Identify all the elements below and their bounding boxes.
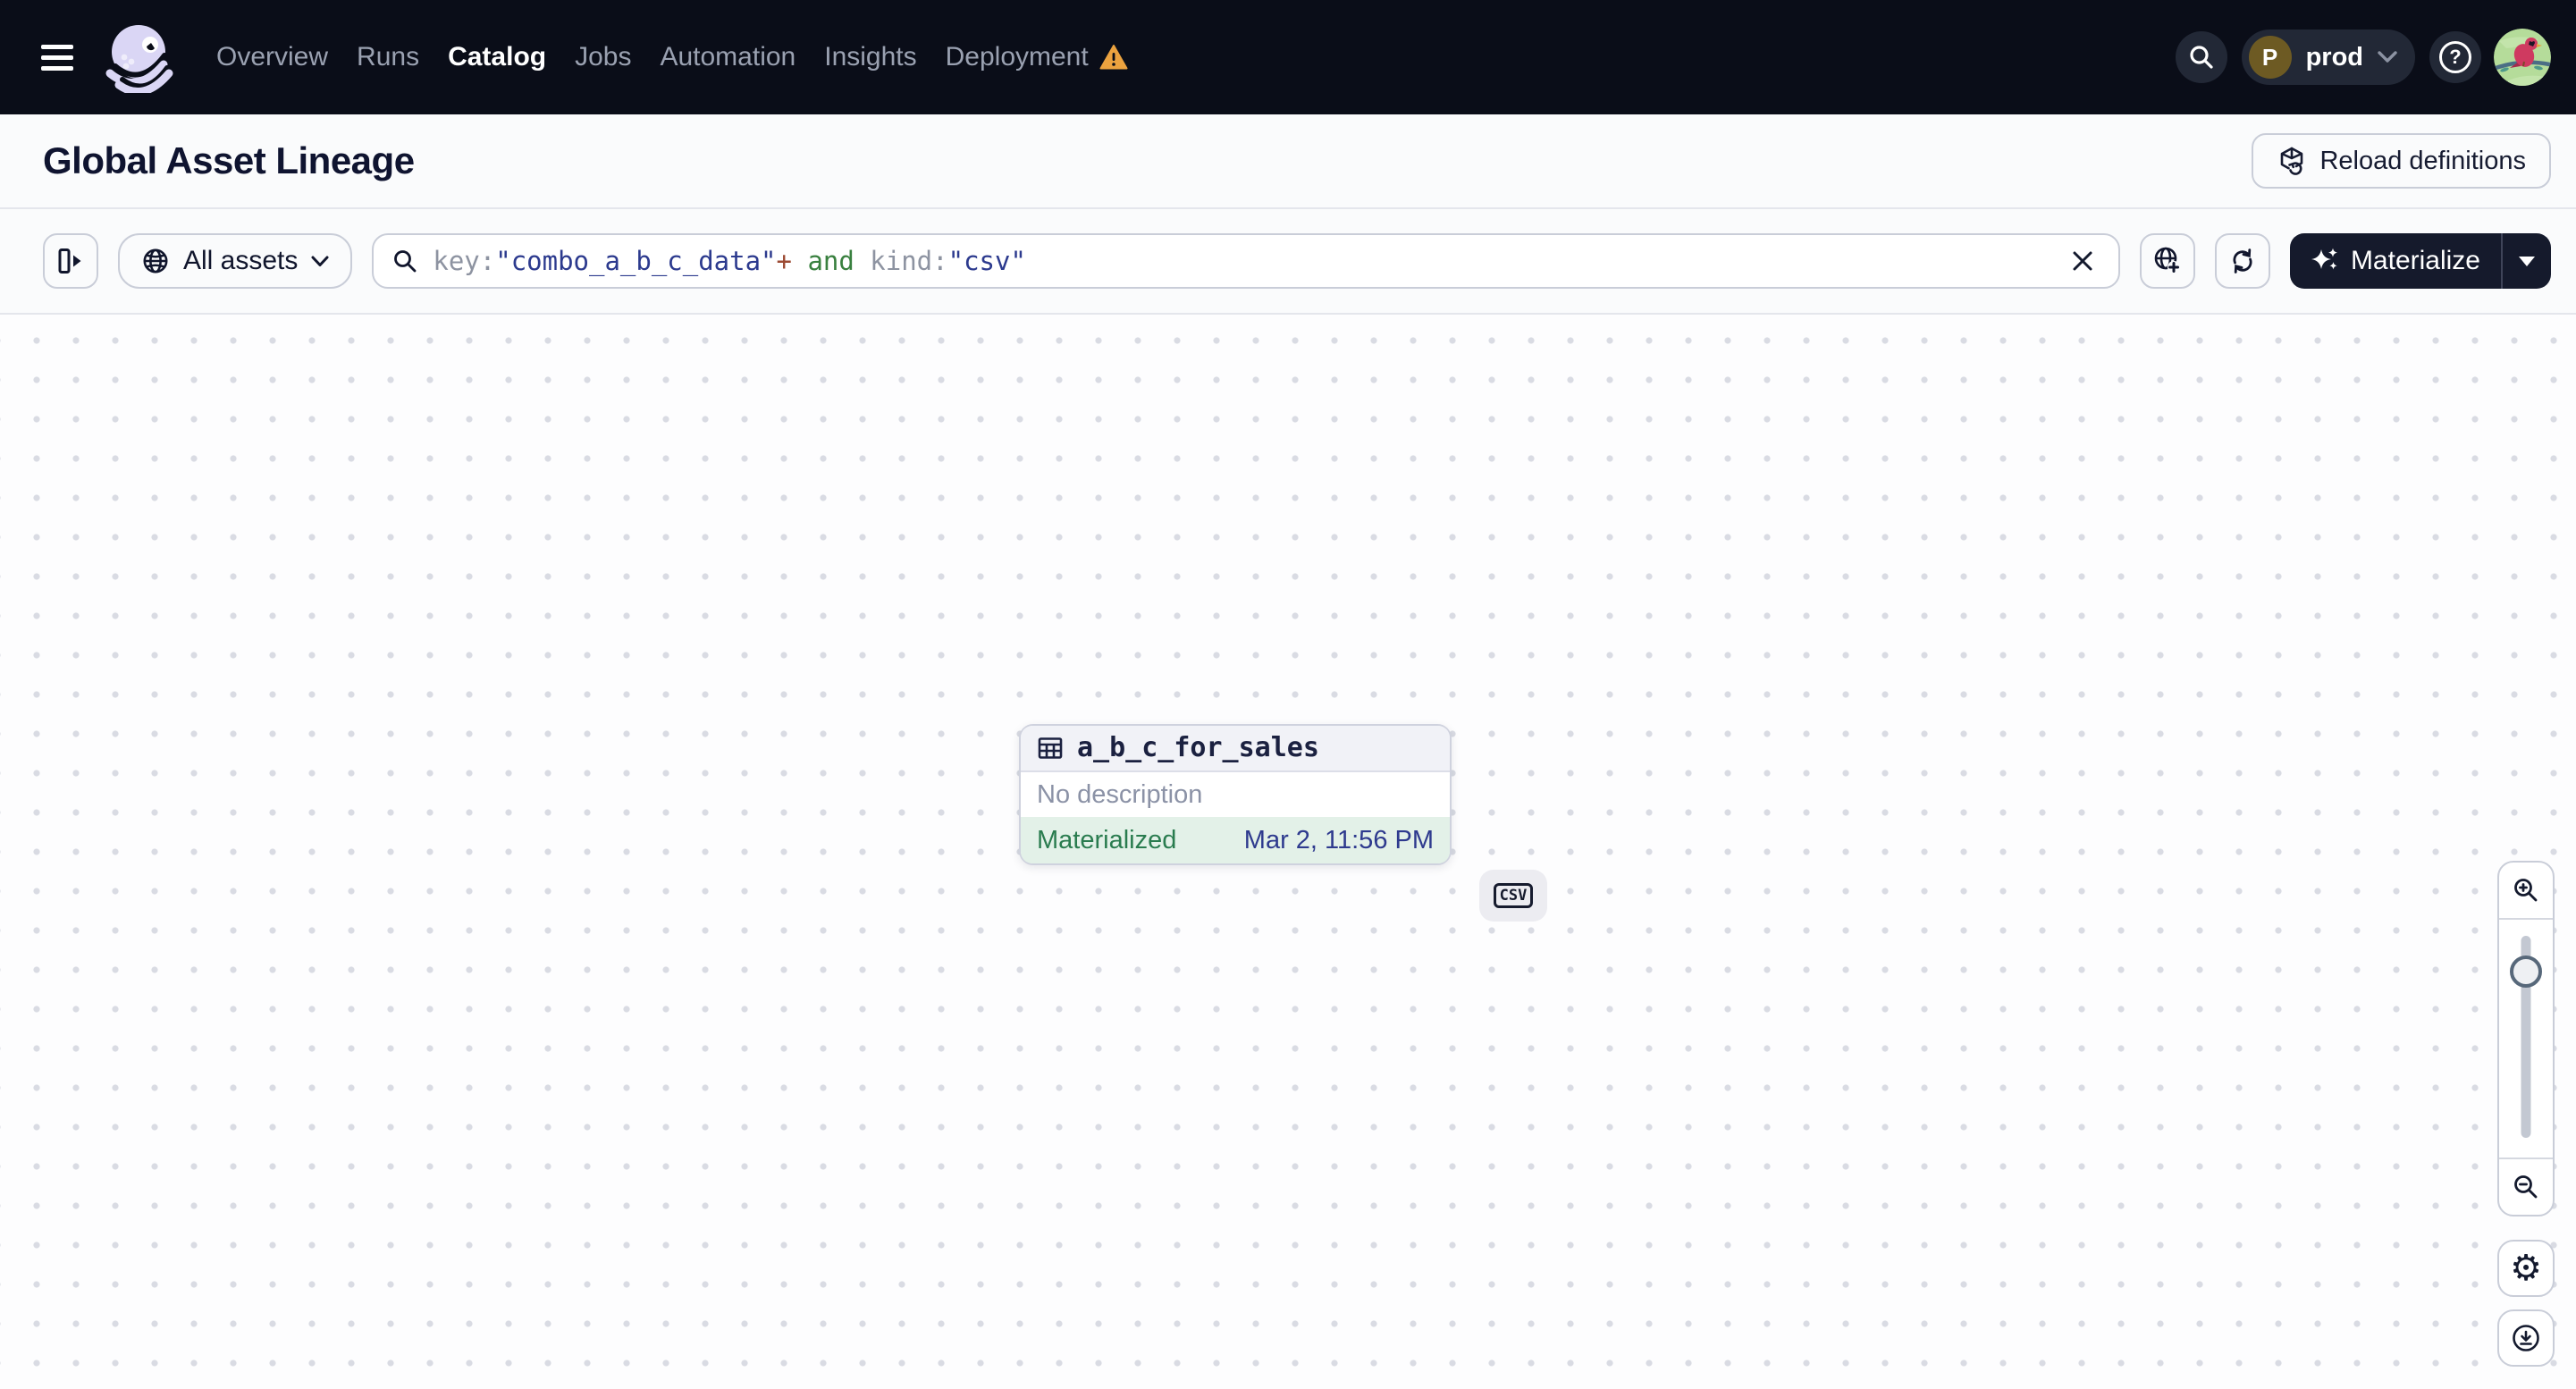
- query-kind-value: "csv": [947, 246, 1026, 276]
- asset-status-badge: Materialized: [1037, 826, 1177, 854]
- asset-scope-dropdown[interactable]: All assets: [118, 233, 353, 289]
- clear-search-button[interactable]: [2065, 243, 2100, 279]
- graph-settings-button[interactable]: ⚙: [2497, 1240, 2555, 1297]
- globe-plus-icon: [2152, 246, 2183, 276]
- download-icon: [2511, 1323, 2541, 1353]
- refresh-button[interactable]: [2214, 233, 2270, 289]
- environment-switcher[interactable]: P prod: [2241, 29, 2415, 85]
- query-and-operator: and: [791, 246, 871, 276]
- query-plus-operator: +: [776, 246, 792, 276]
- gear-icon: ⚙: [2510, 1248, 2542, 1289]
- materialize-label: Materialize: [2350, 246, 2480, 275]
- panel-open-icon: [56, 247, 85, 275]
- top-navbar: Overview Runs Catalog Jobs Automation In…: [0, 0, 2576, 114]
- environment-name: prod: [2305, 42, 2363, 72]
- reload-definitions-label: Reload definitions: [2319, 146, 2526, 175]
- lineage-toolbar: All assets key:"combo_a_b_c_data"+ and k…: [0, 209, 2576, 315]
- nav-item-jobs[interactable]: Jobs: [575, 42, 631, 72]
- search-query-text: key:"combo_a_b_c_data"+ and kind:"csv": [433, 246, 1026, 276]
- help-icon: ?: [2439, 41, 2471, 73]
- dagster-logo-icon[interactable]: [104, 21, 173, 93]
- globe-icon: [141, 247, 170, 275]
- asset-name: a_b_c_for_sales: [1077, 732, 1319, 763]
- open-sidebar-button[interactable]: [43, 233, 98, 289]
- zoom-in-icon: [2512, 876, 2540, 905]
- close-icon: [2070, 248, 2095, 274]
- graph-view-controls: ⚙: [2497, 861, 2555, 1367]
- refresh-icon: [2228, 247, 2257, 275]
- sparkles-icon: [2311, 247, 2339, 275]
- nav-item-insights[interactable]: Insights: [824, 42, 916, 72]
- lineage-graph-canvas[interactable]: a_b_c_for_sales No description Materiali…: [0, 315, 2576, 1389]
- caret-down-icon: [2519, 256, 2535, 266]
- primary-nav: Overview Runs Catalog Jobs Automation In…: [216, 42, 1128, 72]
- query-key-value: "combo_a_b_c_data": [495, 246, 777, 276]
- page-header: Global Asset Lineage Reload definitions: [0, 114, 2576, 209]
- asset-kind-badge[interactable]: CSV: [1479, 870, 1547, 922]
- zoom-out-button[interactable]: [2499, 1159, 2553, 1215]
- nav-item-runs[interactable]: Runs: [357, 42, 419, 72]
- asset-description: No description: [1021, 772, 1450, 817]
- nav-item-catalog[interactable]: Catalog: [448, 42, 546, 72]
- materialize-options-button[interactable]: [2503, 233, 2551, 289]
- asset-node-header: a_b_c_for_sales: [1021, 726, 1450, 772]
- menu-icon[interactable]: [41, 33, 89, 81]
- nav-item-deployment[interactable]: Deployment: [946, 42, 1089, 72]
- chevron-down-icon: [2378, 51, 2397, 63]
- csv-kind-icon: CSV: [1493, 883, 1534, 908]
- zoom-slider[interactable]: [2499, 920, 2553, 1158]
- warning-icon[interactable]: [1099, 44, 1128, 71]
- materialize-button[interactable]: Materialize: [2290, 233, 2501, 289]
- search-icon: [2187, 43, 2216, 72]
- reload-definitions-button[interactable]: Reload definitions: [2252, 133, 2551, 189]
- nav-item-deployment-wrap: Deployment: [946, 42, 1128, 72]
- asset-scope-label: All assets: [183, 246, 299, 275]
- user-avatar[interactable]: [2494, 29, 2551, 86]
- reload-definitions-icon: [2277, 146, 2307, 176]
- environment-avatar: P: [2248, 36, 2292, 79]
- global-search-button[interactable]: [2175, 31, 2227, 83]
- query-key-token: key:: [433, 246, 496, 276]
- zoom-in-button[interactable]: [2499, 863, 2553, 918]
- download-image-button[interactable]: [2497, 1309, 2555, 1367]
- chevron-down-icon: [311, 256, 329, 267]
- nav-item-overview[interactable]: Overview: [216, 42, 328, 72]
- zoom-control-group: [2497, 861, 2555, 1216]
- search-icon: [391, 248, 418, 274]
- asset-materialized-timestamp: Mar 2, 11:56 PM: [1243, 826, 1434, 854]
- help-button[interactable]: ?: [2429, 31, 2481, 83]
- filter-to-group-button[interactable]: [2139, 233, 2195, 289]
- asset-search-input[interactable]: key:"combo_a_b_c_data"+ and kind:"csv": [372, 233, 2120, 289]
- nav-item-automation[interactable]: Automation: [660, 42, 796, 72]
- query-kind-token: kind:: [870, 246, 948, 276]
- asset-node-footer: Materialized Mar 2, 11:56 PM: [1021, 817, 1450, 863]
- zoom-out-icon: [2512, 1173, 2540, 1201]
- table-icon: [1037, 735, 1064, 762]
- asset-node[interactable]: a_b_c_for_sales No description Materiali…: [1019, 724, 1452, 865]
- zoom-slider-handle[interactable]: [2510, 955, 2542, 988]
- page-title: Global Asset Lineage: [43, 139, 415, 181]
- materialize-split-button: Materialize: [2289, 233, 2551, 289]
